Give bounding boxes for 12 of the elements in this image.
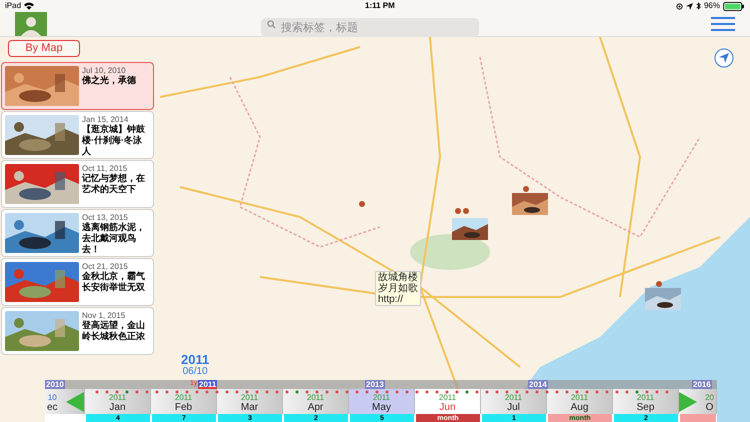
search-icon xyxy=(267,20,276,28)
battery-percent: 96% xyxy=(704,0,720,12)
device-name: iPad xyxy=(5,0,22,12)
lock-rotation-icon xyxy=(676,2,683,10)
menu-icon[interactable] xyxy=(711,17,735,31)
battery-icon xyxy=(723,2,745,10)
wifi-icon xyxy=(24,2,34,10)
clock-time: 1:11 PM xyxy=(365,0,395,12)
location-icon xyxy=(686,2,693,10)
bluetooth-icon xyxy=(696,2,701,10)
avatar[interactable] xyxy=(15,12,47,36)
search-field[interactable]: 搜索标签，标题 xyxy=(261,18,479,37)
